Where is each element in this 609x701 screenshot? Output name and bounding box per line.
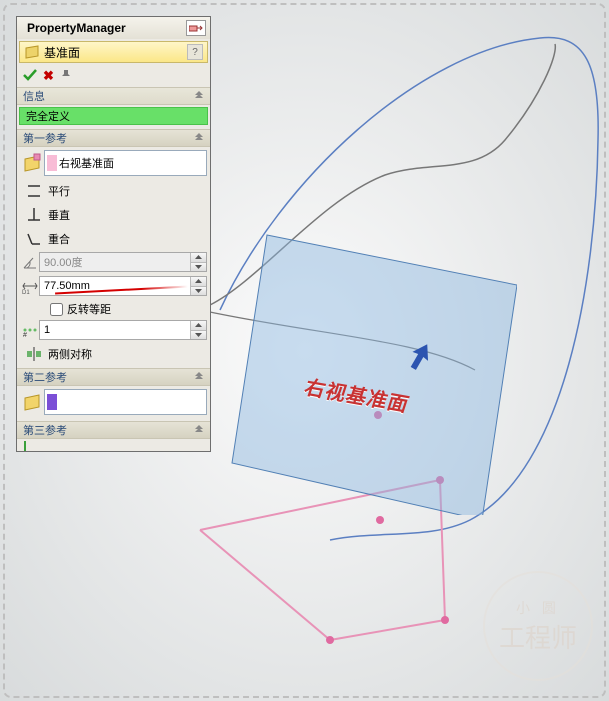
cancel-button[interactable]: ✖ <box>43 68 54 84</box>
parallel-option[interactable]: 平行 <box>48 183 70 199</box>
parallel-icon <box>20 182 48 200</box>
feature-title: 基准面 <box>44 44 187 61</box>
chevron-up-icon <box>194 133 204 146</box>
chevron-up-icon <box>194 91 204 104</box>
ref3-section-head[interactable]: 第三参考 <box>17 421 210 439</box>
spin-up-button[interactable] <box>190 321 206 331</box>
reverse-checkbox[interactable] <box>50 303 63 316</box>
progress-bar-icon <box>24 441 26 451</box>
spin-down-button[interactable] <box>190 331 206 340</box>
distance-icon: D1 <box>20 277 39 295</box>
spin-down-icon <box>190 263 206 272</box>
selection-icon <box>20 390 44 414</box>
ref2-section-head[interactable]: 第二参考 <box>17 368 210 386</box>
perpendicular-icon <box>20 206 48 224</box>
ref2-label: 第二参考 <box>23 369 67 385</box>
pin-button[interactable] <box>60 69 72 84</box>
ok-button[interactable] <box>23 69 37 84</box>
coincident-option[interactable]: 重合 <box>48 231 70 247</box>
sketch-plane[interactable] <box>227 225 517 515</box>
swatch-icon <box>47 394 57 410</box>
instances-icon: # <box>20 321 39 339</box>
ref2-body <box>17 386 210 421</box>
watermark: 小 圆 工程师 <box>483 571 593 681</box>
info-value: 完全定义 <box>19 107 208 125</box>
perpendicular-option[interactable]: 垂直 <box>48 207 70 223</box>
panel-header: PropertyManager <box>17 17 210 39</box>
swatch-icon <box>47 155 57 171</box>
chevron-up-icon <box>194 425 204 438</box>
ref1-section-head[interactable]: 第一参考 <box>17 129 210 147</box>
angle-icon <box>20 253 39 271</box>
svg-text:#: # <box>23 332 27 339</box>
reverse-label[interactable]: 反转等距 <box>67 301 111 317</box>
action-row: ✖ <box>17 65 210 87</box>
ref1-body: 右视基准面 平行 垂直 重合 D1 <box>17 147 210 368</box>
spin-up-button[interactable] <box>190 277 206 287</box>
angle-field <box>40 253 190 271</box>
info-section-head[interactable]: 信息 <box>17 87 210 105</box>
ref3-body <box>17 439 210 451</box>
ref3-label: 第三参考 <box>23 422 67 438</box>
plane-feature-icon <box>24 44 40 60</box>
coincident-icon <box>20 230 48 248</box>
feature-title-row: 基准面 ? <box>19 41 208 63</box>
ref2-selection-field[interactable] <box>44 389 207 415</box>
instances-input[interactable] <box>39 320 207 340</box>
chevron-up-icon <box>194 372 204 385</box>
panel-toggle-button[interactable] <box>186 20 206 36</box>
property-manager-panel: PropertyManager 基准面 ? ✖ 信息 完全定义 第一参考 <box>16 16 211 452</box>
panel-title: PropertyManager <box>27 21 186 35</box>
selection-icon <box>20 151 44 175</box>
ref1-selection-field[interactable]: 右视基准面 <box>44 150 207 176</box>
spin-down-button[interactable] <box>190 287 206 296</box>
symmetric-option[interactable]: 两侧对称 <box>48 346 92 362</box>
ref1-selected-text: 右视基准面 <box>59 155 114 171</box>
svg-text:D1: D1 <box>22 290 30 295</box>
angle-input <box>39 252 207 272</box>
help-button[interactable]: ? <box>187 44 203 60</box>
ref1-label: 第一参考 <box>23 130 67 146</box>
info-label: 信息 <box>23 88 45 104</box>
instances-field[interactable] <box>40 321 190 339</box>
spin-up-icon <box>190 253 206 263</box>
symmetric-icon <box>20 345 48 363</box>
